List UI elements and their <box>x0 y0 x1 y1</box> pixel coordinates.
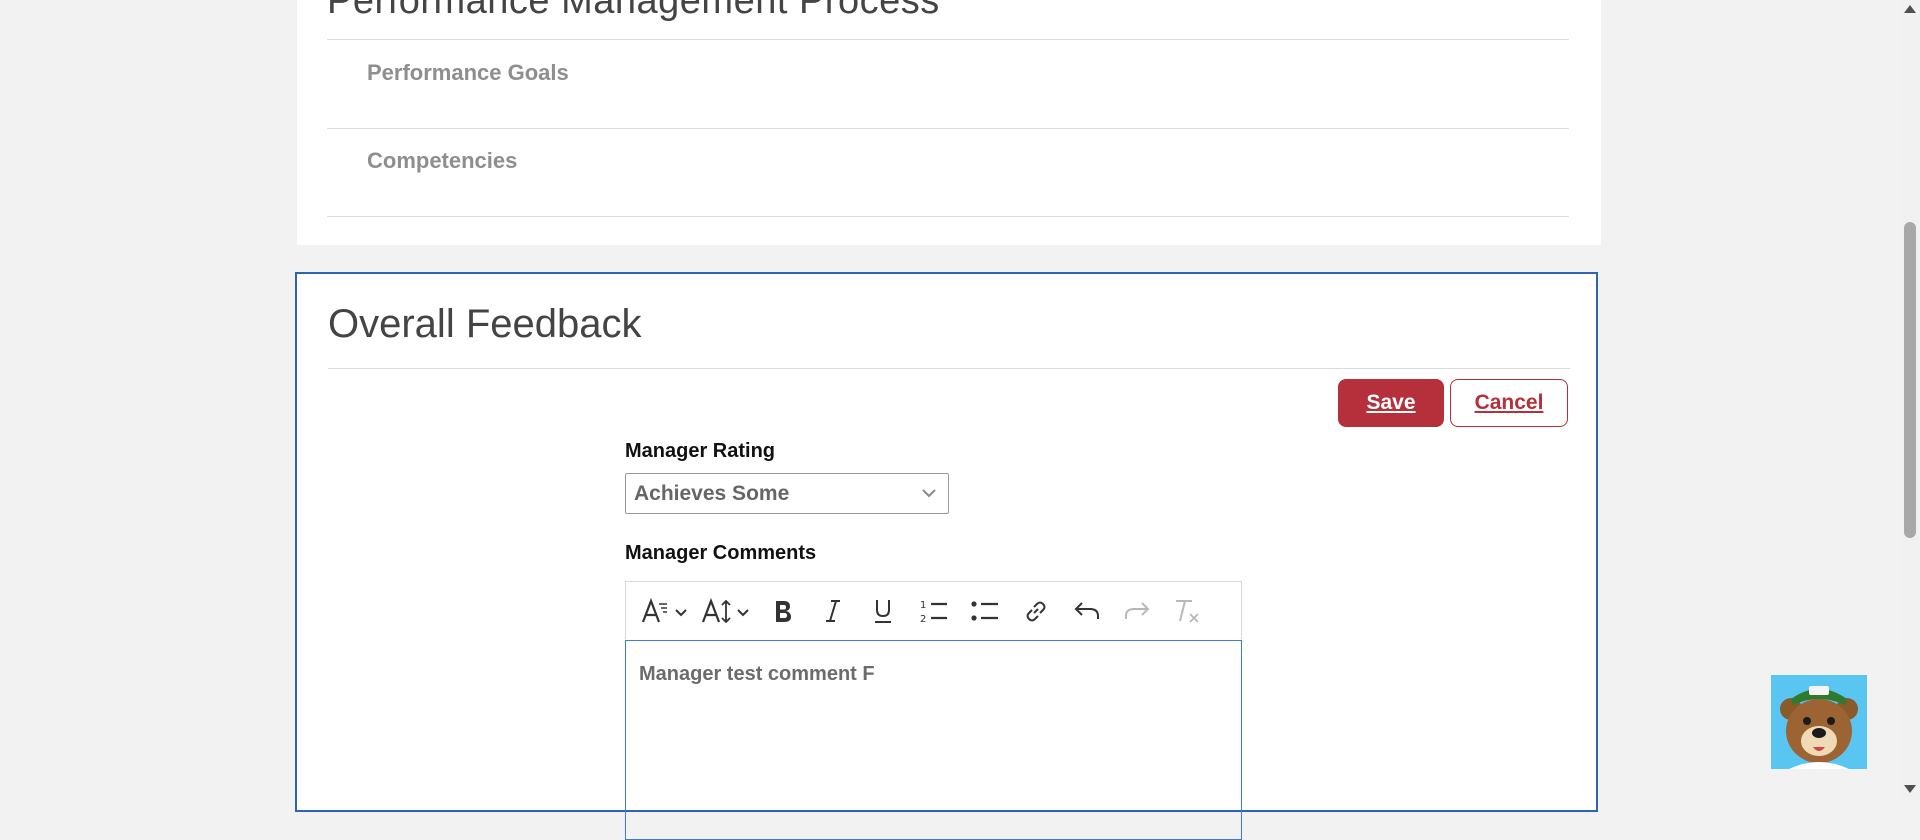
bold-icon[interactable] <box>758 591 808 631</box>
divider <box>327 128 1569 129</box>
clear-formatting-icon[interactable] <box>1162 591 1212 631</box>
performance-management-panel: Performance Management Process Performan… <box>297 0 1601 245</box>
scroll-up-arrow-icon[interactable] <box>1904 5 1916 13</box>
save-button-label: Save <box>1366 391 1416 414</box>
chevron-down-icon <box>920 484 938 508</box>
scroll-down-arrow-icon[interactable] <box>1904 785 1916 793</box>
manager-rating-select[interactable]: Achieves Some <box>625 473 949 514</box>
page-scrollbar[interactable] <box>1900 0 1920 800</box>
divider <box>327 39 1569 40</box>
nav-item-competencies[interactable]: Competencies <box>367 148 517 174</box>
svg-text:1: 1 <box>920 600 926 611</box>
editor-toolbar: 1 2 <box>625 581 1242 639</box>
link-icon[interactable] <box>1010 591 1062 631</box>
font-family-icon[interactable] <box>634 591 696 631</box>
cancel-button-label: Cancel <box>1474 391 1544 414</box>
divider <box>327 216 1569 217</box>
manager-comments-editor[interactable]: Manager test comment F <box>625 640 1242 840</box>
bulleted-list-icon[interactable] <box>960 591 1010 631</box>
divider <box>328 368 1570 369</box>
bear-mascot-icon[interactable] <box>1771 675 1867 769</box>
editor-text: Manager test comment F <box>639 663 875 685</box>
manager-rating-value: Achieves Some <box>634 481 790 505</box>
svg-text:2: 2 <box>920 614 926 625</box>
undo-icon[interactable] <box>1062 591 1112 631</box>
italic-icon[interactable] <box>808 591 858 631</box>
underline-icon[interactable] <box>858 591 908 631</box>
font-size-icon[interactable] <box>696 591 758 631</box>
numbered-list-icon[interactable]: 1 2 <box>908 591 960 631</box>
save-button[interactable]: Save <box>1338 379 1444 427</box>
feedback-title: Overall Feedback <box>328 302 642 346</box>
manager-comments-label: Manager Comments <box>625 542 817 564</box>
scrollbar-thumb[interactable] <box>1904 222 1916 538</box>
manager-rating-label: Manager Rating <box>625 440 776 462</box>
overall-feedback-card: Overall Feedback Save Cancel Manager Rat… <box>295 272 1598 840</box>
section-heading: Performance Management Process <box>327 0 940 22</box>
nav-item-performance-goals[interactable]: Performance Goals <box>367 60 569 86</box>
cancel-button[interactable]: Cancel <box>1450 379 1568 427</box>
redo-icon[interactable] <box>1112 591 1162 631</box>
